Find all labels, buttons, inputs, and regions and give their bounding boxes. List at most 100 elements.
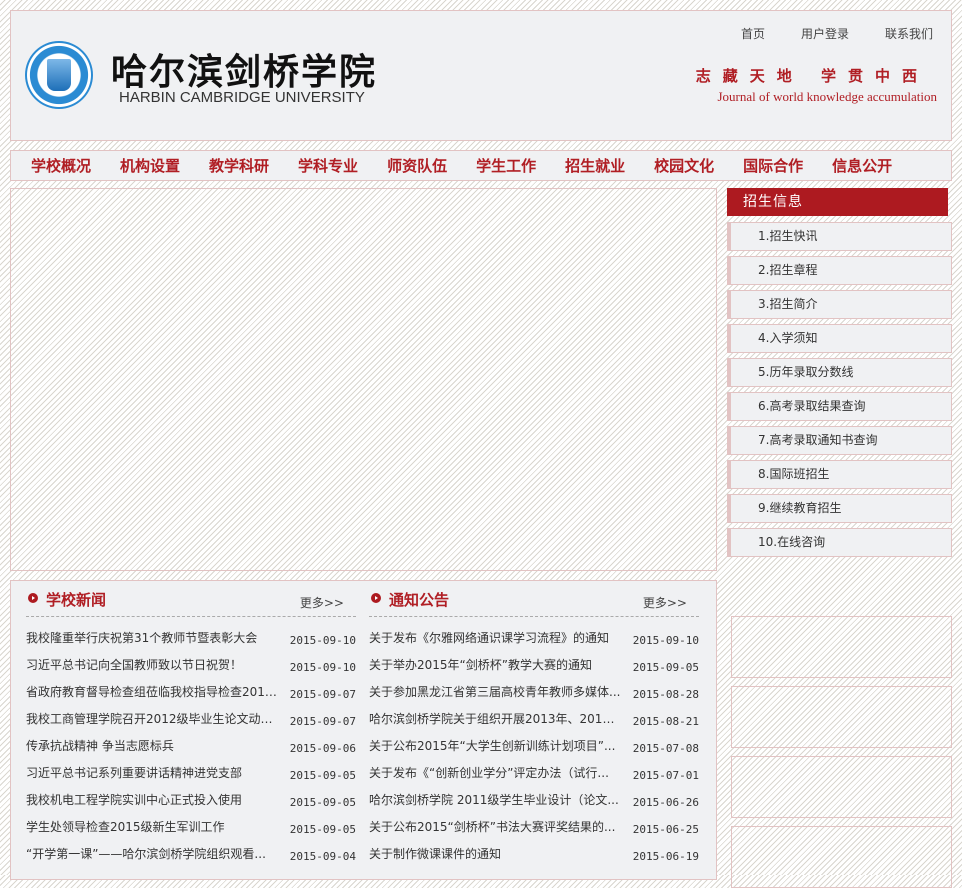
notices: 通知公告 更多>> 关于发布《尔雅网络通识课学习流程》的通知 2015-09-10…: [369, 581, 699, 868]
item-date: 2015-09-10: [632, 634, 699, 647]
item-title-link[interactable]: 习近平总书记向全国教师致以节日祝贺！: [26, 652, 278, 679]
item-title-link[interactable]: 关于公布2015年“大学生创新训练计划项目”...: [369, 733, 621, 760]
item-date: 2015-09-10: [289, 661, 356, 674]
admissions-menu-item[interactable]: 5.历年录取分数线: [727, 358, 952, 387]
nav-item[interactable]: 教学科研: [209, 155, 269, 176]
list-item: 哈尔滨剑桥学院关于组织开展2013年、2014年... 2015-08-21: [369, 706, 699, 733]
site-header: 哈尔滨剑桥学院 HARBIN CAMBRIDGE UNIVERSITY 首页 用…: [10, 10, 952, 141]
list-item: 我校机电工程学院实训中心正式投入使用 2015-09-05: [26, 787, 356, 814]
nav-item[interactable]: 机构设置: [120, 155, 180, 176]
main-nav: 学校概况 机构设置 教学科研 学科专业 师资队伍 学生工作 招生就业 校园文化 …: [10, 150, 952, 181]
item-date: 2015-07-01: [632, 769, 699, 782]
admissions-menu-item[interactable]: 8.国际班招生: [727, 460, 952, 489]
item-title-link[interactable]: 关于举办2015年“剑桥杯”教学大赛的通知: [369, 652, 621, 679]
news-panel: 学校新闻 更多>> 我校隆重举行庆祝第31个教师节暨表彰大会 2015-09-10…: [10, 580, 717, 880]
nav-item[interactable]: 师资队伍: [387, 155, 447, 176]
item-title-link[interactable]: 我校隆重举行庆祝第31个教师节暨表彰大会: [26, 625, 278, 652]
login-link[interactable]: 用户登录: [801, 25, 849, 42]
item-date: 2015-09-05: [289, 796, 356, 809]
item-title-link[interactable]: 我校工商管理学院召开2012级毕业生论文动员...: [26, 706, 278, 733]
home-link[interactable]: 首页: [741, 25, 765, 42]
nav-item[interactable]: 学生工作: [476, 155, 536, 176]
item-date: 2015-09-07: [289, 688, 356, 701]
motto-cn: 志藏天地 学贯中西: [695, 67, 929, 85]
item-date: 2015-09-06: [289, 742, 356, 755]
school-news-title: 学校新闻: [46, 591, 107, 609]
admissions-menu-item[interactable]: 6.高考录取结果查询: [727, 392, 952, 421]
admissions-menu-item[interactable]: 4.入学须知: [727, 324, 952, 353]
school-news-header: 学校新闻 更多>>: [26, 581, 356, 617]
item-date: 2015-06-26: [632, 796, 699, 809]
nav-item[interactable]: 招生就业: [565, 155, 625, 176]
list-item: “开学第一课”——哈尔滨剑桥学院组织观看... 2015-09-04: [26, 841, 356, 868]
school-news-list: 我校隆重举行庆祝第31个教师节暨表彰大会 2015-09-10 习近平总书记向全国教…: [26, 617, 356, 868]
school-news-more-link[interactable]: 更多>>: [300, 594, 344, 611]
item-date: 2015-09-07: [289, 715, 356, 728]
item-date: 2015-09-05: [632, 661, 699, 674]
list-item: 我校隆重举行庆祝第31个教师节暨表彰大会 2015-09-10: [26, 625, 356, 652]
item-title-link[interactable]: 习近平总书记系列重要讲话精神进党支部: [26, 760, 278, 787]
nav-item[interactable]: 学科专业: [298, 155, 358, 176]
list-item: 哈尔滨剑桥学院 2011级学生毕业设计（论文... 2015-06-26: [369, 787, 699, 814]
item-date: 2015-09-05: [289, 769, 356, 782]
list-item: 关于制作微课课件的通知 2015-06-19: [369, 841, 699, 868]
banner-area: [10, 188, 717, 571]
item-date: 2015-09-05: [289, 823, 356, 836]
item-title-link[interactable]: 关于参加黑龙江省第三届高校青年教师多媒体...: [369, 679, 621, 706]
item-title-link[interactable]: 关于发布《“创新创业学分”评定办法（试行...: [369, 760, 621, 787]
arrow-bullet-icon: [28, 593, 38, 603]
list-item: 关于举办2015年“剑桥杯”教学大赛的通知 2015-09-05: [369, 652, 699, 679]
nav-item[interactable]: 国际合作: [743, 155, 803, 176]
side-banner-slot[interactable]: [731, 756, 952, 818]
list-item: 省政府教育督导检查组莅临我校指导检查2015... 2015-09-07: [26, 679, 356, 706]
item-date: 2015-09-10: [289, 634, 356, 647]
notices-title: 通知公告: [389, 591, 450, 609]
nav-item[interactable]: 信息公开: [832, 155, 892, 176]
item-title-link[interactable]: 学生处领导检查2015级新生军训工作: [26, 814, 278, 841]
school-name-en: HARBIN CAMBRIDGE UNIVERSITY: [119, 89, 365, 106]
notices-more-link[interactable]: 更多>>: [643, 594, 687, 611]
item-date: 2015-06-19: [632, 850, 699, 863]
item-title-link[interactable]: 我校机电工程学院实训中心正式投入使用: [26, 787, 278, 814]
list-item: 关于公布2015“剑桥杯”书法大赛评奖结果的... 2015-06-25: [369, 814, 699, 841]
contact-link[interactable]: 联系我们: [885, 25, 933, 42]
side-banner-slot[interactable]: [731, 686, 952, 748]
item-title-link[interactable]: 传承抗战精神 争当志愿标兵: [26, 733, 278, 760]
item-title-link[interactable]: 哈尔滨剑桥学院关于组织开展2013年、2014年...: [369, 706, 621, 733]
list-item: 关于发布《尔雅网络通识课学习流程》的通知 2015-09-10: [369, 625, 699, 652]
admissions-menu-item[interactable]: 10.在线咨询: [727, 528, 952, 557]
admissions-menu-item[interactable]: 2.招生章程: [727, 256, 952, 285]
item-title-link[interactable]: 关于公布2015“剑桥杯”书法大赛评奖结果的...: [369, 814, 621, 841]
list-item: 习近平总书记向全国教师致以节日祝贺！ 2015-09-10: [26, 652, 356, 679]
item-date: 2015-08-28: [632, 688, 699, 701]
admissions-title: 招生信息: [727, 188, 948, 216]
notices-list: 关于发布《尔雅网络通识课学习流程》的通知 2015-09-10 关于举办2015年“…: [369, 617, 699, 868]
admissions-menu-item[interactable]: 9.继续教育招生: [727, 494, 952, 523]
item-title-link[interactable]: “开学第一课”——哈尔滨剑桥学院组织观看...: [26, 841, 278, 868]
university-logo[interactable]: [25, 41, 93, 109]
notices-header: 通知公告 更多>>: [369, 581, 699, 617]
side-banner-slot[interactable]: [731, 616, 952, 678]
item-title-link[interactable]: 省政府教育督导检查组莅临我校指导检查2015...: [26, 679, 278, 706]
list-item: 习近平总书记系列重要讲话精神进党支部 2015-09-05: [26, 760, 356, 787]
item-date: 2015-08-21: [632, 715, 699, 728]
list-item: 关于参加黑龙江省第三届高校青年教师多媒体... 2015-08-28: [369, 679, 699, 706]
list-item: 我校工商管理学院召开2012级毕业生论文动员... 2015-09-07: [26, 706, 356, 733]
list-item: 传承抗战精神 争当志愿标兵 2015-09-06: [26, 733, 356, 760]
school-news: 学校新闻 更多>> 我校隆重举行庆祝第31个教师节暨表彰大会 2015-09-10…: [26, 581, 356, 868]
school-name-cn: 哈尔滨剑桥学院: [111, 51, 378, 93]
admissions-menu-item[interactable]: 3.招生简介: [727, 290, 952, 319]
list-item: 关于公布2015年“大学生创新训练计划项目”... 2015-07-08: [369, 733, 699, 760]
nav-item[interactable]: 校园文化: [654, 155, 714, 176]
item-title-link[interactable]: 关于发布《尔雅网络通识课学习流程》的通知: [369, 625, 621, 652]
admissions-menu-item[interactable]: 1.招生快讯: [727, 222, 952, 251]
item-title-link[interactable]: 哈尔滨剑桥学院 2011级学生毕业设计（论文...: [369, 787, 621, 814]
arrow-bullet-icon: [371, 593, 381, 603]
admissions-menu-item[interactable]: 7.高考录取通知书查询: [727, 426, 952, 455]
item-title-link[interactable]: 关于制作微课课件的通知: [369, 841, 621, 868]
list-item: 关于发布《“创新创业学分”评定办法（试行... 2015-07-01: [369, 760, 699, 787]
top-links: 首页 用户登录 联系我们: [705, 25, 933, 42]
side-banner-slot[interactable]: [731, 826, 952, 888]
motto-en: Journal of world knowledge accumulation: [717, 89, 938, 104]
nav-item[interactable]: 学校概况: [31, 155, 91, 176]
